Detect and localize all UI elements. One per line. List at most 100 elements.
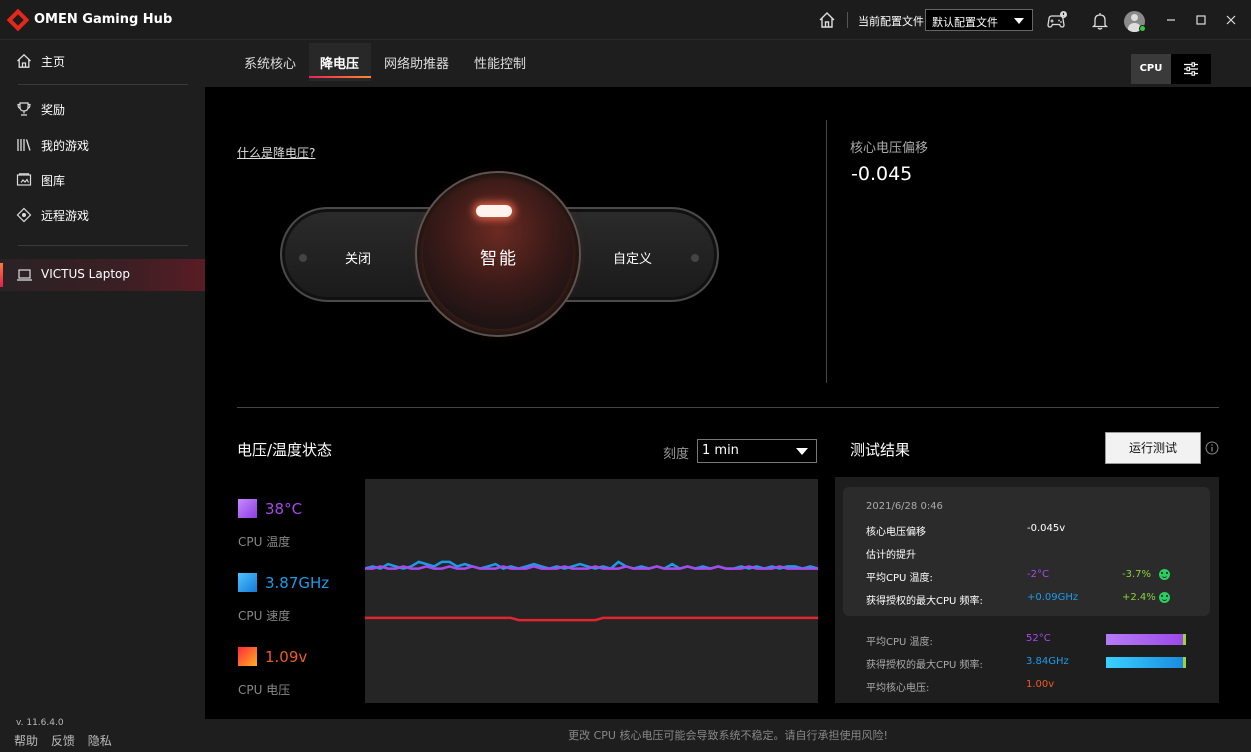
profile-label: 当前配置文件 bbox=[858, 15, 924, 28]
privacy-link[interactable]: 隐私 bbox=[88, 734, 112, 748]
avg-temp-label: 平均CPU 温度: bbox=[866, 573, 933, 584]
active-tab-underline bbox=[309, 76, 371, 78]
sidebar-item-label: 我的游戏 bbox=[41, 138, 90, 153]
result-timestamp: 2021/6/28 0:46 bbox=[866, 501, 943, 512]
vertical-divider bbox=[826, 120, 827, 383]
bell-icon[interactable] bbox=[1089, 10, 1111, 32]
sidebar-divider bbox=[18, 84, 188, 85]
summary-max-freq-value: 3.84GHz bbox=[1026, 656, 1069, 667]
knob-indicator-light bbox=[476, 205, 512, 217]
scale-dropdown-value: 1 min bbox=[702, 443, 739, 458]
version-text: v. 11.6.4.0 bbox=[16, 718, 64, 728]
titlebar-divider bbox=[847, 12, 848, 28]
help-link[interactable]: 帮助 bbox=[14, 734, 38, 748]
scale-dropdown[interactable]: 1 min bbox=[697, 439, 817, 463]
summary-avg-voltage-label: 平均核心电压: bbox=[866, 683, 930, 694]
sidebar-item-rewards[interactable]: 奖励 bbox=[0, 93, 205, 125]
scale-label: 刻度 bbox=[663, 447, 690, 462]
undervolt-warning: 更改 CPU 核心电压可能会导致系统不稳定。请自行承担使用风险! bbox=[205, 719, 1251, 752]
app-title: OMEN Gaming Hub bbox=[34, 12, 173, 27]
what-is-undervolt-link[interactable]: 什么是降电压? bbox=[237, 144, 315, 161]
core-voltage-offset-value: -0.045 bbox=[851, 163, 913, 185]
info-icon[interactable] bbox=[1205, 441, 1219, 455]
library-icon bbox=[17, 139, 31, 151]
custom-indicator-dot bbox=[691, 254, 699, 262]
avg-temp-bar-marker bbox=[1183, 634, 1186, 645]
chevron-down-icon bbox=[796, 448, 808, 455]
sidebar-item-label: 奖励 bbox=[41, 102, 66, 117]
tab-undervolt[interactable]: 降电压 bbox=[320, 53, 359, 72]
omen-logo-icon bbox=[6, 8, 30, 32]
cpu-voltage-value: 1.09v bbox=[265, 648, 308, 666]
max-freq-bar-marker bbox=[1183, 657, 1186, 668]
mode-smart-label: 智能 bbox=[480, 249, 518, 269]
sidebar-footer-links: 帮助 反馈 隐私 bbox=[14, 732, 121, 749]
home-icon[interactable] bbox=[818, 11, 836, 29]
max-freq-bar-fill bbox=[1106, 657, 1184, 668]
max-freq-percent: +2.4% bbox=[1122, 592, 1156, 603]
trophy-icon bbox=[17, 102, 31, 116]
home-icon bbox=[17, 53, 31, 68]
smile-icon bbox=[1159, 569, 1170, 580]
sidebar-item-label: 主页 bbox=[41, 54, 66, 69]
profile-dropdown[interactable]: 默认配置文件 bbox=[925, 9, 1033, 31]
avg-temp-bar-fill bbox=[1106, 634, 1184, 645]
cpu-speed-swatch bbox=[238, 573, 257, 592]
test-results-panel: 2021/6/28 0:46 核心电压偏移 -0.045v 估计的提升 平均CP… bbox=[835, 477, 1219, 703]
tab-network-booster[interactable]: 网络助推器 bbox=[384, 53, 449, 72]
sidebar-item-device[interactable]: VICTUS Laptop bbox=[0, 259, 205, 291]
summary-max-freq-label: 获得授权的最大CPU 频率: bbox=[866, 660, 983, 671]
cpu-temp-value: 38°C bbox=[265, 500, 303, 518]
smile-icon bbox=[1159, 592, 1170, 603]
gallery-icon bbox=[16, 173, 32, 186]
tab-system-core[interactable]: 系统核心 bbox=[244, 53, 296, 72]
sidebar-item-label: 图库 bbox=[41, 173, 66, 188]
mode-custom-button[interactable]: 自定义 bbox=[613, 248, 652, 267]
max-freq-label: 获得授权的最大CPU 频率: bbox=[866, 596, 983, 607]
sidebar-item-my-games[interactable]: 我的游戏 bbox=[0, 129, 205, 161]
tab-bar: 系统核心 降电压 网络助推器 性能控制 CPU bbox=[205, 40, 1251, 87]
laptop-icon bbox=[17, 269, 32, 281]
tab-performance-control[interactable]: 性能控制 bbox=[474, 53, 526, 72]
run-test-button[interactable]: 运行测试 bbox=[1105, 432, 1201, 464]
feedback-link[interactable]: 反馈 bbox=[51, 734, 75, 748]
estimated-improvement-label: 估计的提升 bbox=[866, 550, 916, 561]
sidebar-item-home[interactable]: 主页 bbox=[0, 45, 205, 77]
cpu-temp-swatch bbox=[238, 499, 257, 518]
cpu-view-button[interactable]: CPU bbox=[1131, 54, 1171, 84]
max-freq-bar bbox=[1106, 657, 1186, 668]
undervolt-panel: 什么是降电压? 关闭 自定义 智能 核心电压偏移 -0.045 电压/温度状态 … bbox=[205, 87, 1251, 719]
latest-result-card: 2021/6/28 0:46 核心电压偏移 -0.045v 估计的提升 平均CP… bbox=[843, 487, 1210, 616]
avg-temp-percent: -3.7% bbox=[1122, 569, 1152, 580]
test-results-title: 测试结果 bbox=[850, 441, 911, 459]
maximize-icon[interactable] bbox=[1191, 10, 1211, 30]
summary-avg-temp-value: 52°C bbox=[1026, 633, 1051, 644]
cpu-speed-label: CPU 速度 bbox=[238, 609, 291, 623]
cpu-speed-value: 3.87GHz bbox=[265, 574, 330, 592]
status-title: 电压/温度状态 bbox=[237, 441, 333, 459]
cpu-temp-label: CPU 温度 bbox=[238, 535, 291, 549]
avg-temp-bar bbox=[1106, 634, 1186, 645]
settings-view-button[interactable] bbox=[1171, 54, 1211, 84]
off-indicator-dot bbox=[299, 254, 307, 262]
sidebar-item-label: 远程游戏 bbox=[41, 208, 90, 223]
title-bar: OMEN Gaming Hub 当前配置文件 默认配置文件 bbox=[0, 0, 1251, 40]
core-voltage-offset-label: 核心电压偏移 bbox=[850, 141, 929, 156]
summary-avg-temp-label: 平均CPU 温度: bbox=[866, 637, 933, 648]
horizontal-divider bbox=[237, 407, 1219, 408]
mode-off-button[interactable]: 关闭 bbox=[345, 248, 371, 267]
sidebar: 主页 奖励 我的游戏 图库 远程游戏 VICTUS Laptop v. 11.6… bbox=[0, 40, 205, 752]
cpu-voltage-line bbox=[365, 616, 818, 622]
active-indicator bbox=[0, 263, 3, 287]
gamepad-icon[interactable] bbox=[1046, 10, 1068, 32]
close-icon[interactable] bbox=[1221, 10, 1241, 30]
sidebar-item-gallery[interactable]: 图库 bbox=[0, 164, 205, 196]
online-status-dot bbox=[1139, 25, 1146, 32]
minimize-icon[interactable] bbox=[1161, 10, 1181, 30]
sidebar-item-remote-play[interactable]: 远程游戏 bbox=[0, 199, 205, 231]
result-offset-value: -0.045v bbox=[1027, 523, 1066, 534]
voltage-temp-chart bbox=[365, 479, 818, 703]
chevron-down-icon bbox=[1014, 18, 1024, 24]
remote-play-icon bbox=[16, 207, 32, 223]
summary-avg-voltage-value: 1.00v bbox=[1026, 679, 1055, 690]
